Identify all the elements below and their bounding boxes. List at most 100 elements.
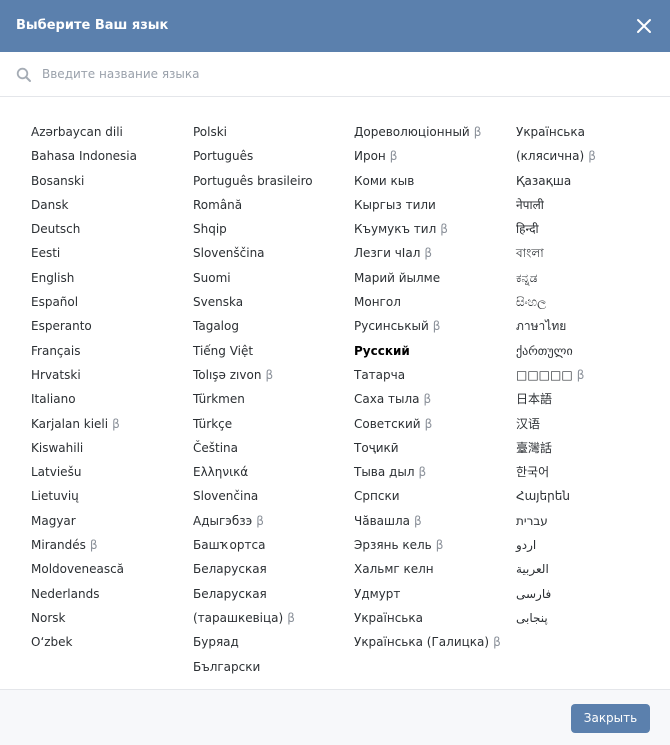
- language-option[interactable]: Татарча: [354, 363, 504, 387]
- language-option[interactable]: Монгол: [354, 290, 504, 314]
- language-label: Tiếng Việt: [193, 343, 254, 358]
- language-option[interactable]: Беларуская (тарашкевіца) β: [193, 582, 343, 631]
- language-option[interactable]: Марий йылме: [354, 266, 504, 290]
- language-option[interactable]: Tagalog: [193, 314, 343, 338]
- language-option[interactable]: Советский β: [354, 412, 504, 436]
- language-option[interactable]: Deutsch: [31, 217, 181, 241]
- language-option[interactable]: Къумукъ тил β: [354, 217, 504, 241]
- language-option[interactable]: Suomi: [193, 266, 343, 290]
- language-option[interactable]: Italiano: [31, 387, 181, 411]
- language-option[interactable]: Norsk: [31, 606, 181, 630]
- language-option[interactable]: Bahasa Indonesia: [31, 144, 181, 168]
- language-option[interactable]: Українська (Галицка) β: [354, 630, 504, 654]
- language-option[interactable]: O‘zbek: [31, 630, 181, 654]
- language-option[interactable]: Shqip: [193, 217, 343, 241]
- language-option[interactable]: Українська (клясична) β: [516, 120, 656, 169]
- language-option[interactable]: Português: [193, 144, 343, 168]
- language-option[interactable]: Español: [31, 290, 181, 314]
- language-option[interactable]: □□□□□ β: [516, 363, 656, 387]
- language-label: 汉语: [516, 416, 541, 431]
- language-option[interactable]: हिन्दी: [516, 217, 656, 241]
- language-option[interactable]: Lietuvių: [31, 484, 181, 508]
- language-option[interactable]: Лезги чІал β: [354, 241, 504, 265]
- language-option[interactable]: Буряад: [193, 630, 343, 654]
- language-option[interactable]: Kiswahili: [31, 436, 181, 460]
- language-option[interactable]: Tolışə zıvon β: [193, 363, 343, 387]
- language-option[interactable]: Türkçe: [193, 412, 343, 436]
- language-option[interactable]: Эрзянь кель β: [354, 533, 504, 557]
- language-option[interactable]: Magyar: [31, 509, 181, 533]
- language-option[interactable]: Беларуская: [193, 557, 343, 581]
- language-label: Kiswahili: [31, 440, 84, 455]
- language-option[interactable]: नेपाली: [516, 193, 656, 217]
- language-option[interactable]: Slovenščina: [193, 241, 343, 265]
- language-option[interactable]: Bosanski: [31, 169, 181, 193]
- language-option[interactable]: Հայերեն: [516, 484, 656, 508]
- language-option[interactable]: Русинськый β: [354, 314, 504, 338]
- language-option[interactable]: 臺灣話: [516, 436, 656, 460]
- language-option[interactable]: Адыгэбзэ β: [193, 509, 343, 533]
- language-option[interactable]: 日本語: [516, 387, 656, 411]
- language-option[interactable]: Удмурт: [354, 582, 504, 606]
- language-option[interactable]: Hrvatski: [31, 363, 181, 387]
- language-option[interactable]: 한국어: [516, 460, 656, 484]
- language-option[interactable]: ภาษาไทย: [516, 314, 656, 338]
- language-option[interactable]: Ελληνικά: [193, 460, 343, 484]
- language-option[interactable]: اردو: [516, 533, 656, 557]
- language-option[interactable]: Slovenčina: [193, 484, 343, 508]
- language-label: Hrvatski: [31, 367, 81, 382]
- language-option[interactable]: Moldovenească: [31, 557, 181, 581]
- language-label: Български: [193, 659, 261, 674]
- search-input[interactable]: [42, 62, 642, 86]
- language-option[interactable]: Українська: [354, 606, 504, 630]
- language-option[interactable]: Ирон β: [354, 144, 504, 168]
- language-option[interactable]: Eesti: [31, 241, 181, 265]
- beta-badge: β: [423, 392, 432, 407]
- language-option[interactable]: עברית: [516, 509, 656, 533]
- language-option[interactable]: Esperanto: [31, 314, 181, 338]
- close-icon[interactable]: [634, 16, 654, 36]
- language-column-1: Azərbaycan dili Bahasa Indonesia Bosanski D…: [31, 120, 181, 655]
- language-option[interactable]: Тыва дыл β: [354, 460, 504, 484]
- language-option[interactable]: Mirandés β: [31, 533, 181, 557]
- language-option[interactable]: English: [31, 266, 181, 290]
- language-option[interactable]: Français: [31, 339, 181, 363]
- language-option[interactable]: Хальмг келн: [354, 557, 504, 581]
- language-option[interactable]: Дореволюціонный β: [354, 120, 504, 144]
- language-option[interactable]: Azərbaycan dili: [31, 120, 181, 144]
- language-option[interactable]: Română: [193, 193, 343, 217]
- language-option[interactable]: Čeština: [193, 436, 343, 460]
- language-option[interactable]: Polski: [193, 120, 343, 144]
- language-option[interactable]: پنجابی: [516, 606, 656, 630]
- language-option[interactable]: Latviešu: [31, 460, 181, 484]
- language-option[interactable]: ქართული: [516, 339, 656, 363]
- language-option[interactable]: বাংলা: [516, 241, 656, 265]
- language-option[interactable]: Тоҷикӣ: [354, 436, 504, 460]
- language-option[interactable]: Чӑвашла β: [354, 509, 504, 533]
- language-option[interactable]: Саха тыла β: [354, 387, 504, 411]
- language-option[interactable]: Svenska: [193, 290, 343, 314]
- language-option[interactable]: Karjalan kieli β: [31, 412, 181, 436]
- language-option[interactable]: ಕನ್ನಡ: [516, 266, 656, 290]
- language-option[interactable]: 汉语: [516, 412, 656, 436]
- language-option[interactable]: Tiếng Việt: [193, 339, 343, 363]
- language-option[interactable]: Български: [193, 655, 343, 679]
- language-option[interactable]: Português brasileiro: [193, 169, 343, 193]
- language-option[interactable]: Башҡортса: [193, 533, 343, 557]
- language-option[interactable]: Қазақша: [516, 169, 656, 193]
- language-label: Дореволюціонный: [354, 125, 470, 139]
- language-option[interactable]: Српски: [354, 484, 504, 508]
- language-option[interactable]: Türkmen: [193, 387, 343, 411]
- language-option[interactable]: Nederlands: [31, 582, 181, 606]
- language-option[interactable]: Русский: [354, 339, 504, 363]
- language-option[interactable]: العربية: [516, 557, 656, 581]
- language-option[interactable]: සිංහල: [516, 290, 656, 314]
- language-label: Deutsch: [31, 222, 81, 237]
- language-option[interactable]: فارسی: [516, 582, 656, 606]
- language-option[interactable]: Dansk: [31, 193, 181, 217]
- close-button[interactable]: Закрыть: [571, 704, 650, 733]
- beta-badge: β: [576, 367, 585, 382]
- language-label: Magyar: [31, 513, 76, 528]
- language-option[interactable]: Коми кыв: [354, 169, 504, 193]
- language-option[interactable]: Кыргыз тили: [354, 193, 504, 217]
